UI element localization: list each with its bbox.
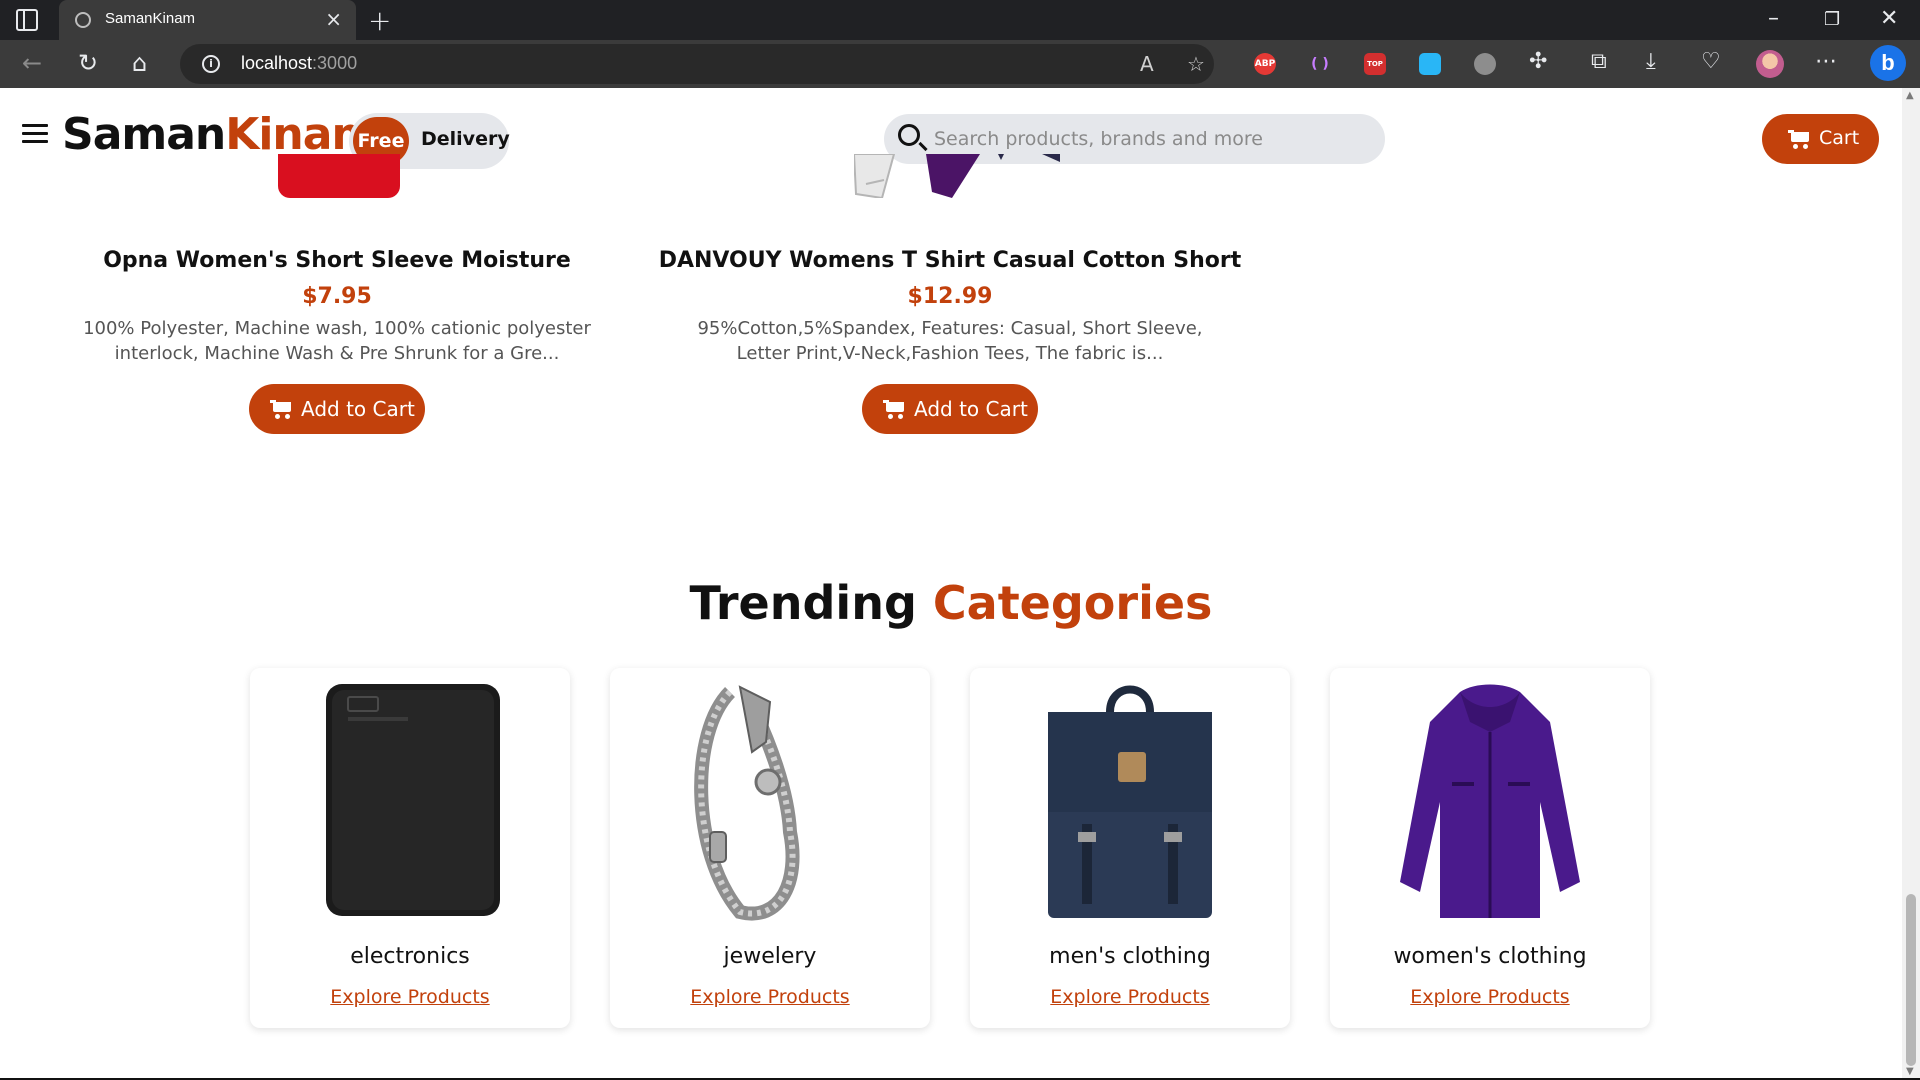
favorite-star-icon[interactable]: ☆ xyxy=(1187,52,1205,76)
category-name: electronics xyxy=(350,944,470,969)
page-scrollbar[interactable]: ▲ ▼ xyxy=(1902,88,1920,1080)
product-image[interactable] xyxy=(854,154,1064,198)
product-price: $12.99 xyxy=(907,284,993,309)
menu-hamburger-icon[interactable] xyxy=(22,124,48,144)
category-card-womens-clothing[interactable]: women's clothing Explore Products xyxy=(1330,668,1650,1028)
search-input[interactable] xyxy=(934,125,1364,153)
product-price: $7.95 xyxy=(302,284,372,309)
category-card-jewelery[interactable]: jewelery Explore Products xyxy=(610,668,930,1028)
product-description: 100% Polyester, Machine wash, 100% catio… xyxy=(83,318,591,364)
search-icon[interactable] xyxy=(898,124,920,146)
category-card-electronics[interactable]: electronics Explore Products xyxy=(250,668,570,1028)
minimize-icon[interactable]: – xyxy=(1768,6,1779,31)
category-name: women's clothing xyxy=(1393,944,1587,969)
category-name: jewelery xyxy=(723,944,817,969)
address-bar[interactable]: i localhost:3000 A ☆ xyxy=(180,44,1214,84)
back-icon[interactable]: ← xyxy=(22,49,42,77)
favicon-icon xyxy=(75,12,91,28)
explore-products-link[interactable]: Explore Products xyxy=(250,986,570,1008)
read-aloud-icon[interactable]: A xyxy=(1140,52,1154,76)
cart-icon xyxy=(1788,130,1810,149)
add-to-cart-label: Add to Cart xyxy=(914,397,1028,421)
bing-copilot-icon[interactable]: b xyxy=(1870,45,1906,81)
tab-title: SamanKinam xyxy=(105,10,196,27)
site-info-icon[interactable]: i xyxy=(202,55,220,73)
downloads-icon[interactable]: ⤓ xyxy=(1646,49,1656,74)
url-text: localhost:3000 xyxy=(241,53,358,73)
external-drive-image xyxy=(326,684,500,916)
profile-avatar[interactable] xyxy=(1756,50,1784,78)
category-card-mens-clothing[interactable]: men's clothing Explore Products xyxy=(970,668,1290,1028)
product-image[interactable] xyxy=(278,154,400,198)
browser-toolbar: ← ↻ ⌂ i localhost:3000 A ☆ ABP ( ) TOP ✣… xyxy=(0,40,1920,88)
scroll-up-icon[interactable]: ▲ xyxy=(1906,90,1914,101)
restore-icon[interactable]: ❐ xyxy=(1824,9,1840,30)
browser-essentials-icon[interactable]: ♡ xyxy=(1701,49,1721,74)
brand-logo[interactable]: SamanKinam xyxy=(62,109,377,160)
save-extension-icon[interactable] xyxy=(1419,53,1441,75)
category-name: men's clothing xyxy=(1049,944,1211,969)
extension-red-icon[interactable]: TOP xyxy=(1364,53,1386,75)
delivery-label: Delivery xyxy=(421,128,510,150)
adblock-plus-icon[interactable]: ABP xyxy=(1254,53,1276,75)
extensions-puzzle-icon[interactable]: ✣ xyxy=(1529,49,1547,74)
tab-actions-icon[interactable] xyxy=(16,9,38,31)
browser-tab[interactable]: SamanKinam × xyxy=(59,0,356,40)
explore-products-link[interactable]: Explore Products xyxy=(970,986,1290,1008)
extension-mask-icon[interactable] xyxy=(1474,53,1496,75)
home-icon[interactable]: ⌂ xyxy=(132,49,147,77)
cart-icon xyxy=(883,400,905,419)
browser-titlebar: SamanKinam × + – ❐ ✕ xyxy=(0,0,1920,40)
add-to-cart-button[interactable]: Add to Cart xyxy=(862,384,1038,434)
scrollbar-thumb[interactable] xyxy=(1906,894,1916,1066)
product-title[interactable]: Opna Women's Short Sleeve Moisture xyxy=(27,248,647,273)
bracelet-image xyxy=(694,685,800,921)
trending-categories-heading: Trending Categories xyxy=(689,576,1213,630)
add-to-cart-label: Add to Cart xyxy=(301,397,415,421)
scroll-down-icon[interactable]: ▼ xyxy=(1906,1066,1914,1077)
extension-purple-icon[interactable]: ( ) xyxy=(1309,53,1331,75)
add-to-cart-button[interactable]: Add to Cart xyxy=(249,384,425,434)
cart-button[interactable]: Cart xyxy=(1762,114,1879,164)
explore-products-link[interactable]: Explore Products xyxy=(610,986,930,1008)
product-title[interactable]: DANVOUY Womens T Shirt Casual Cotton Sho… xyxy=(640,248,1260,273)
cart-icon xyxy=(270,400,292,419)
new-tab-icon[interactable]: + xyxy=(368,4,391,37)
reload-icon[interactable]: ↻ xyxy=(78,49,98,77)
product-description: 95%Cotton,5%Spandex, Features: Casual, S… xyxy=(697,318,1203,364)
collections-icon[interactable]: ⧉ xyxy=(1591,49,1607,74)
tab-close-icon[interactable]: × xyxy=(325,7,342,31)
more-menu-icon[interactable]: ⋯ xyxy=(1815,49,1837,74)
backpack-image xyxy=(1048,685,1212,918)
cart-label: Cart xyxy=(1819,127,1860,149)
page-viewport: SamanKinam Free Delivery Cart Opna Women… xyxy=(0,88,1902,1080)
explore-products-link[interactable]: Explore Products xyxy=(1330,986,1650,1008)
jacket-image xyxy=(1400,684,1580,918)
close-window-icon[interactable]: ✕ xyxy=(1880,6,1898,31)
